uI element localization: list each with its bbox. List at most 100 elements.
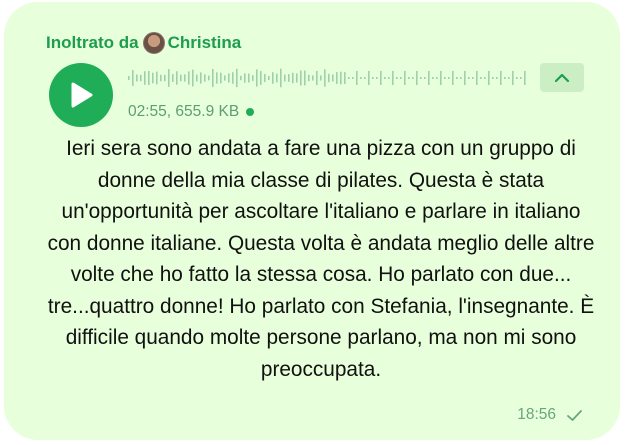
- waveform-bar: [460, 77, 462, 79]
- waveform-bar: [456, 77, 458, 79]
- waveform-bar: [200, 72, 202, 84]
- waveform-bar: [240, 75, 242, 81]
- waveform-bar: [464, 71, 466, 85]
- waveform-bar: [276, 73, 278, 83]
- waveform-bar: [496, 77, 498, 79]
- waveform-bar: [424, 77, 426, 79]
- waveform-bar: [208, 75, 210, 81]
- waveform-bar: [300, 70, 302, 86]
- waveform-bar: [192, 69, 194, 87]
- waveform-bar: [144, 71, 146, 85]
- expand-button[interactable]: [540, 63, 584, 92]
- waveform-bar: [396, 77, 398, 79]
- waveform-bar: [264, 73, 266, 83]
- audio-meta: 02:55, 655.9 KB: [128, 102, 255, 122]
- waveform-bar: [136, 74, 138, 82]
- waveform-bar: [160, 74, 162, 82]
- play-button[interactable]: [49, 63, 113, 127]
- waveform-bar: [188, 71, 190, 85]
- waveform-bar: [348, 77, 350, 79]
- waveform-bar: [184, 74, 186, 82]
- waveform-bar: [476, 71, 478, 85]
- waveform-bar: [324, 69, 326, 87]
- waveform-bar: [404, 71, 406, 85]
- waveform-bar: [272, 72, 274, 84]
- waveform-bar: [360, 77, 362, 79]
- waveform-bar: [292, 72, 294, 84]
- audio-duration-size: 02:55, 655.9 KB: [128, 103, 240, 120]
- waveform-bar: [484, 77, 486, 79]
- waveform-bar: [480, 77, 482, 79]
- waveform-bar: [128, 76, 130, 80]
- waveform-bar: [236, 68, 238, 88]
- waveform-bar: [296, 73, 298, 83]
- waveform-bar: [252, 75, 254, 81]
- waveform-bar: [304, 70, 306, 86]
- waveform-bar: [172, 74, 174, 82]
- waveform-bar: [212, 68, 214, 88]
- forwarded-header: Inoltrato da Christina: [46, 32, 241, 54]
- chevron-up-icon: [554, 73, 570, 82]
- message-time: 18:56: [517, 406, 556, 423]
- waveform-bar: [244, 73, 246, 83]
- waveform-bar: [420, 77, 422, 79]
- unplayed-dot-icon: [246, 108, 255, 116]
- waveform-bar: [436, 77, 438, 79]
- waveform-bar: [372, 77, 374, 79]
- waveform-bar: [376, 77, 378, 79]
- waveform-bar: [164, 74, 166, 82]
- waveform-bar: [416, 71, 418, 85]
- waveform-bar: [204, 74, 206, 82]
- waveform-bar: [488, 71, 490, 85]
- waveform-bar: [132, 70, 134, 86]
- waveform-bar: [428, 71, 430, 85]
- message-footer: 18:56: [517, 405, 583, 425]
- waveform-bar: [492, 77, 494, 79]
- waveform-bar: [468, 77, 470, 79]
- waveform-bar: [176, 71, 178, 85]
- waveform-bar: [520, 77, 522, 79]
- waveform-bar: [448, 77, 450, 79]
- message-text: Ieri sera sono andata a fare una pizza c…: [47, 137, 595, 381]
- avatar: [142, 32, 165, 54]
- waveform-bar: [432, 77, 434, 79]
- waveform-bar: [268, 75, 270, 81]
- waveform-bar: [408, 77, 410, 79]
- waveform-bar: [524, 71, 526, 85]
- waveform-bar: [508, 77, 510, 79]
- waveform-bar: [308, 74, 310, 82]
- waveform-bar: [248, 73, 250, 83]
- waveform-bar: [316, 70, 318, 86]
- waveform-bar: [280, 68, 282, 88]
- waveform-bar: [336, 72, 338, 84]
- waveform-bar: [180, 74, 182, 82]
- waveform-bar: [196, 74, 198, 82]
- waveform-bar: [256, 69, 258, 87]
- waveform-bar: [384, 77, 386, 79]
- waveform-bar: [512, 71, 514, 85]
- message-bubble: Inoltrato da Christina 02:55, 655.9 KB I…: [4, 2, 620, 440]
- forwarded-from-name[interactable]: Christina: [168, 33, 242, 53]
- waveform-bar: [472, 77, 474, 79]
- waveform-bar: [228, 73, 230, 83]
- waveform-bar: [444, 77, 446, 79]
- waveform-bar: [168, 69, 170, 87]
- waveform-bar: [500, 71, 502, 85]
- waveform-bar: [156, 71, 158, 85]
- waveform-bar: [140, 74, 142, 82]
- waveform-bar: [148, 70, 150, 86]
- waveform-bar: [152, 72, 154, 84]
- waveform-bar: [328, 73, 330, 83]
- audio-waveform[interactable]: [128, 65, 528, 91]
- waveform-bar: [440, 71, 442, 85]
- check-icon: [567, 409, 582, 421]
- waveform-bar: [412, 77, 414, 79]
- waveform-bar: [364, 77, 366, 79]
- waveform-bar: [352, 77, 354, 79]
- waveform-bar: [312, 75, 314, 81]
- waveform-bar: [340, 71, 342, 85]
- waveform-bar: [216, 72, 218, 84]
- waveform-bar: [380, 71, 382, 85]
- waveform-bar: [320, 75, 322, 81]
- waveform-bar: [356, 71, 358, 85]
